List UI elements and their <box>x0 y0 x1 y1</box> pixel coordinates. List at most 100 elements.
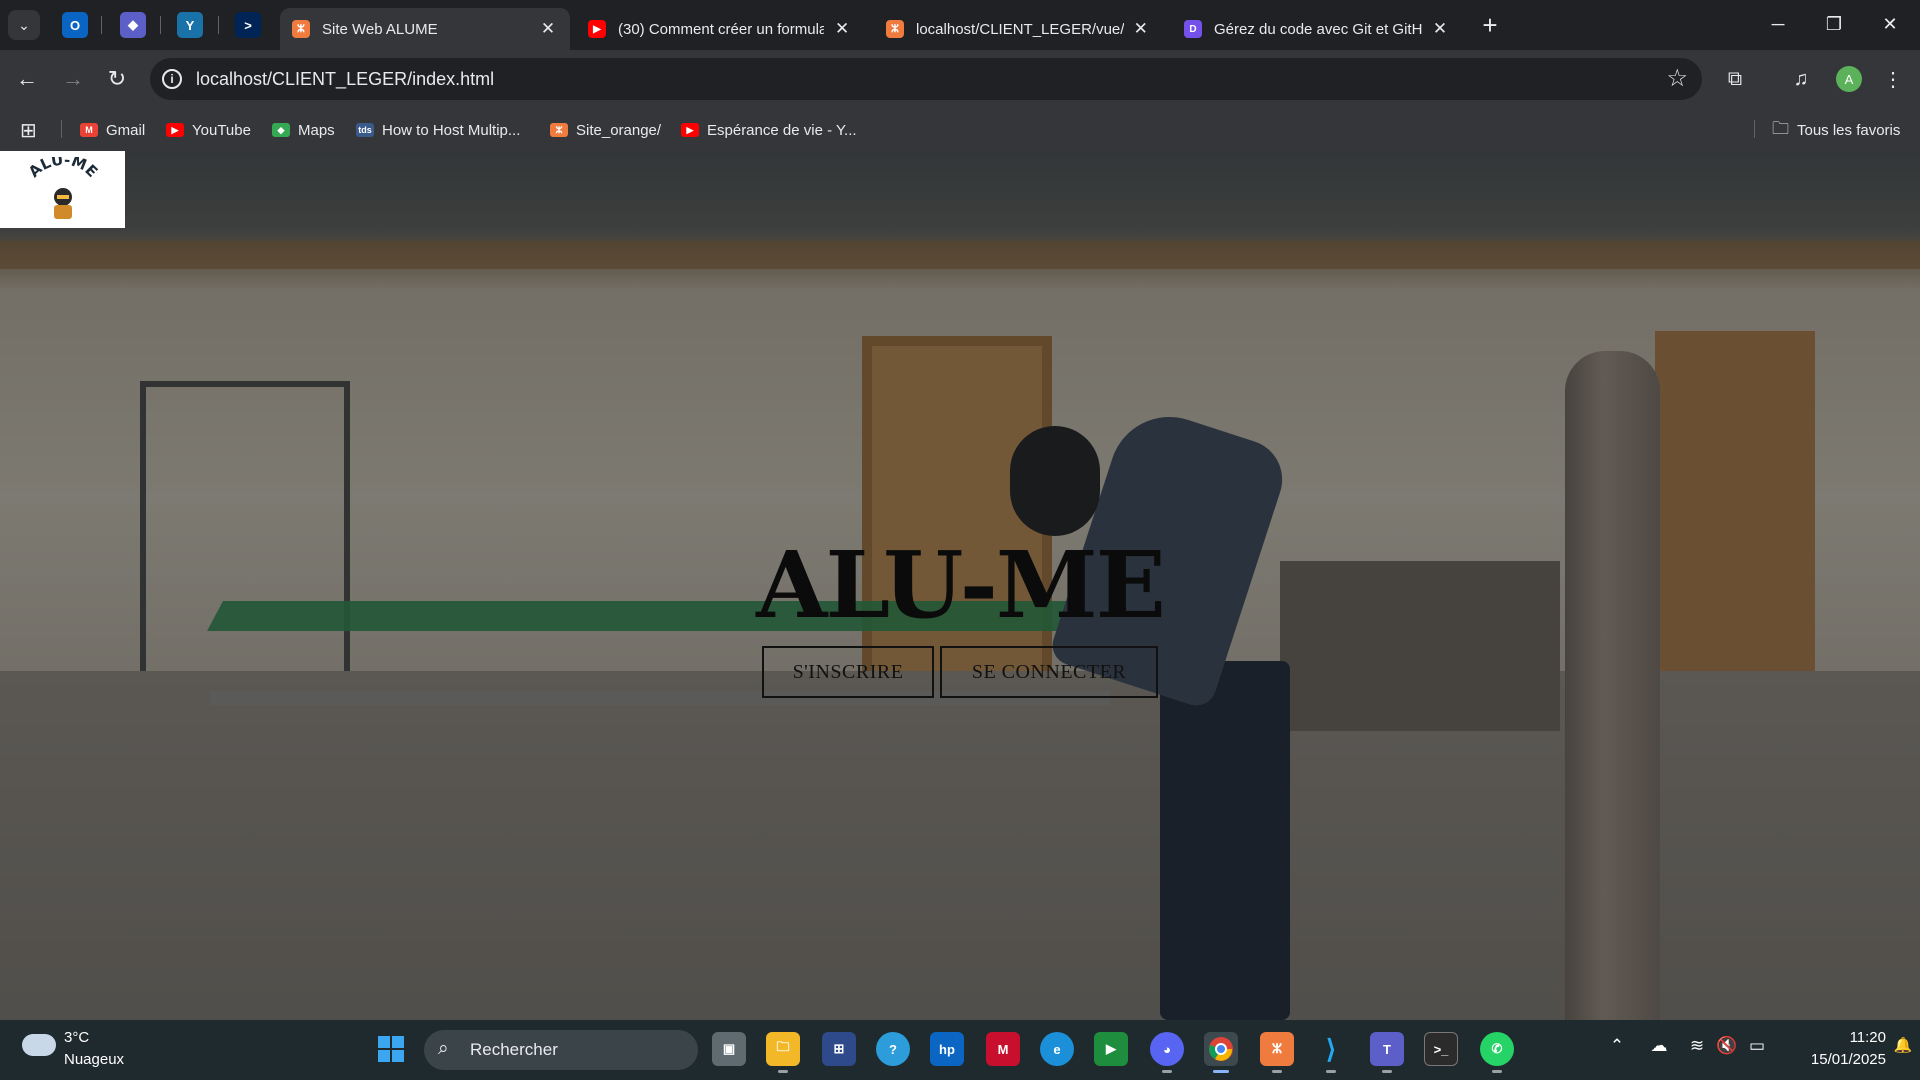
bookmark-separator <box>61 120 62 138</box>
minimize-icon[interactable]: ─ <box>1756 8 1800 40</box>
bookmark-label: Gmail <box>106 121 146 139</box>
xampp-icon: ⵣ <box>292 20 310 38</box>
tab-title: (30) Comment créer un formula <box>618 20 825 38</box>
microsoft-store-icon[interactable]: ⊞ <box>822 1032 856 1066</box>
bookmark-label: Maps <box>298 121 335 139</box>
search-placeholder: Rechercher <box>470 1040 558 1059</box>
bookmark-youtube[interactable]: ▶ YouTube <box>166 119 251 141</box>
restore-icon[interactable]: ❐ <box>1812 8 1856 40</box>
tab-separator <box>218 16 219 34</box>
cloud-icon[interactable] <box>22 1034 56 1056</box>
bookmark-site-orange[interactable]: ⵣ Site_orange/ <box>550 119 661 141</box>
bookmark-maps[interactable]: ◆ Maps <box>272 119 335 141</box>
running-indicator <box>1492 1070 1502 1073</box>
windows-start-icon[interactable] <box>374 1032 408 1066</box>
reload-icon[interactable]: ↻ <box>100 62 134 96</box>
profile-avatar[interactable]: A <box>1836 66 1862 92</box>
xampp-icon[interactable]: ⵣ <box>1260 1032 1294 1073</box>
onedrive-cloud-icon[interactable]: ☁ <box>1646 1036 1672 1056</box>
bookmark-esperance-de-vie[interactable]: ▶ Espérance de vie - Y... <box>681 119 857 141</box>
notifications-bell-icon[interactable]: 🔔 <box>1890 1036 1916 1054</box>
tab-git-github[interactable]: D Gérez du code avec Git et GitH ✕ <box>1172 8 1462 50</box>
tab-search-button[interactable]: ⌄ <box>8 10 40 40</box>
running-indicator <box>778 1070 788 1073</box>
bookmark-label: YouTube <box>192 121 251 139</box>
wifi-icon[interactable]: ≋ <box>1684 1036 1710 1056</box>
close-tab-icon[interactable]: ✕ <box>832 19 852 39</box>
terminal-icon[interactable]: >_ <box>1424 1032 1458 1066</box>
close-tab-icon[interactable]: ✕ <box>538 19 558 39</box>
xampp-icon: ⵣ <box>886 20 904 38</box>
show-hidden-icons-chevron-icon[interactable]: ⌃ <box>1604 1036 1630 1056</box>
bookmark-star-icon[interactable]: ☆ <box>1666 64 1688 93</box>
all-bookmarks-label: Tous les favoris <box>1797 121 1901 139</box>
running-indicator <box>1272 1070 1282 1073</box>
teams-icon[interactable]: T <box>1370 1032 1404 1073</box>
myhp-icon[interactable]: hp <box>930 1032 964 1066</box>
vscode-icon[interactable]: ⟩ <box>1314 1032 1348 1073</box>
outlook-icon[interactable]: O <box>62 12 88 38</box>
battery-icon[interactable]: ▭ <box>1744 1036 1770 1056</box>
close-tab-icon[interactable]: ✕ <box>1132 19 1151 39</box>
all-bookmarks-folder[interactable]: 🗀 Tous les favoris <box>1772 119 1900 141</box>
clock-date[interactable]: 15/01/2025 <box>1786 1051 1886 1068</box>
tab-title: Site Web ALUME <box>322 20 438 38</box>
extensions-icon[interactable]: ⧉ <box>1718 62 1752 96</box>
site-info-icon[interactable]: i <box>162 69 182 89</box>
weather-description[interactable]: Nuageux <box>64 1051 124 1068</box>
bookmark-label: How to Host Multip... <box>382 121 521 139</box>
browser-toolbar: ← → ↻ i localhost/CLIENT_LEGER/index.htm… <box>0 50 1920 108</box>
google-play-games-icon[interactable]: ▶ <box>1094 1032 1128 1066</box>
get-help-icon[interactable]: ? <box>876 1032 910 1066</box>
youtube-icon: ▶ <box>681 123 699 137</box>
xampp-icon: ⵣ <box>550 123 568 137</box>
login-button[interactable]: SE CONNECTER <box>940 646 1158 698</box>
tab-title: localhost/CLIENT_LEGER/vue/vu <box>916 20 1124 38</box>
weather-temperature[interactable]: 3°C <box>64 1029 89 1046</box>
edge-icon[interactable]: e <box>1040 1032 1074 1066</box>
forward-icon[interactable]: → <box>56 62 90 96</box>
tab-separator <box>160 16 161 34</box>
taskbar-search[interactable]: ⌕ Rechercher <box>424 1030 698 1070</box>
close-tab-icon[interactable]: ✕ <box>1430 19 1450 39</box>
tab-youtube[interactable]: ▶ (30) Comment créer un formula ✕ <box>576 8 864 50</box>
bookmark-gmail[interactable]: M Gmail <box>80 119 145 141</box>
running-indicator <box>1213 1070 1229 1073</box>
tab-site-web-alume[interactable]: ⵣ Site Web ALUME ✕ <box>280 8 570 50</box>
search-icon: ⌕ <box>438 1038 449 1059</box>
powershell-icon[interactable]: > <box>235 12 261 38</box>
bookmark-separator <box>1754 120 1755 138</box>
gmail-icon: M <box>80 123 98 137</box>
address-bar[interactable]: i localhost/CLIENT_LEGER/index.html ☆ <box>150 58 1702 100</box>
youtube-icon: ▶ <box>588 20 606 38</box>
tab-localhost-vue[interactable]: ⵣ localhost/CLIENT_LEGER/vue/vu ✕ <box>874 8 1162 50</box>
running-indicator <box>1326 1070 1336 1073</box>
bookmarks-bar: ⊞ M Gmail ▶ YouTube ◆ Maps tds How to Ho… <box>0 108 1920 151</box>
file-explorer-icon[interactable]: 🗀 <box>766 1032 800 1073</box>
mcafee-icon[interactable]: M <box>986 1032 1020 1066</box>
bookmark-host-multiple[interactable]: tds How to Host Multip... <box>356 119 520 141</box>
task-view-icon[interactable]: ▣ <box>712 1032 746 1066</box>
speaker-muted-icon[interactable]: 🔇 <box>1714 1036 1740 1056</box>
hero-title: ALU-ME <box>756 531 1166 639</box>
running-indicator <box>1382 1070 1392 1073</box>
page-viewport: ALU-ME ALU-ME S'INSCRIRE SE CONNECTER <box>0 151 1920 1020</box>
copilot-icon[interactable]: ◆ <box>120 12 146 38</box>
chrome-icon[interactable] <box>1204 1032 1238 1073</box>
more-menu-icon[interactable]: ⋮ <box>1876 62 1910 96</box>
close-window-icon[interactable]: ✕ <box>1868 8 1912 40</box>
apps-grid-icon[interactable]: ⊞ <box>20 119 37 142</box>
back-icon[interactable]: ← <box>10 62 44 96</box>
url-text[interactable]: localhost/CLIENT_LEGER/index.html <box>196 69 494 90</box>
bookmark-label: Espérance de vie - Y... <box>707 121 857 139</box>
signup-button[interactable]: S'INSCRIRE <box>762 646 934 698</box>
new-tab-button[interactable]: + <box>1475 10 1505 40</box>
media-controls-icon[interactable]: ♫ <box>1784 62 1818 96</box>
discord-icon[interactable]: ◕ <box>1150 1032 1184 1073</box>
clock-time[interactable]: 11:20 <box>1826 1029 1886 1046</box>
whatsapp-icon[interactable]: ✆ <box>1480 1032 1514 1073</box>
yammer-icon[interactable]: Y <box>177 12 203 38</box>
browser-tab-strip: ⌄ O ◆ Y > ⵣ Site Web ALUME ✕ ▶ (30) Comm… <box>0 0 1920 50</box>
bookmark-label: Site_orange/ <box>576 121 662 139</box>
tds-icon: tds <box>356 123 374 137</box>
